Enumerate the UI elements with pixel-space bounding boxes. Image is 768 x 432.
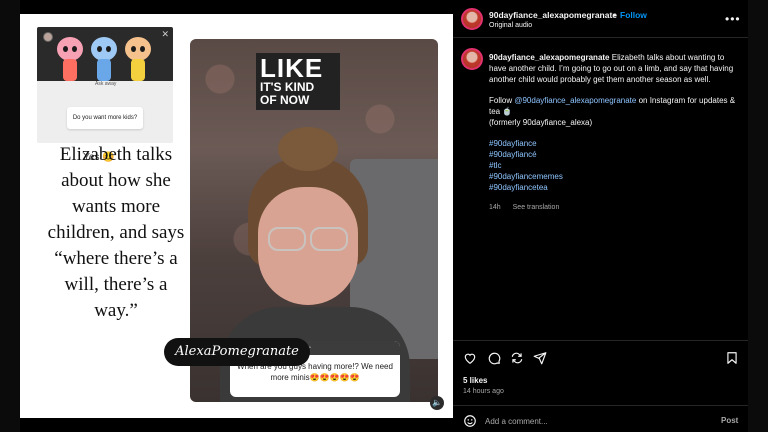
- video-text-overlay: LIKE IT'S KIND OF NOW: [256, 53, 340, 110]
- overlay-line-2: OF NOW: [260, 93, 310, 107]
- close-icon: ✕: [161, 29, 169, 39]
- caption-time: 14h: [489, 204, 501, 211]
- caption-meta: 14h See translation: [489, 204, 569, 211]
- bookmark-icon[interactable]: [725, 351, 739, 365]
- follow-prefix: Follow: [489, 96, 513, 105]
- toy-figure-3: [125, 37, 151, 85]
- emoji-icon[interactable]: [463, 414, 477, 428]
- mini-story-card: ✕ Ask away Do you want more kids?: [37, 27, 173, 143]
- post-comment-button[interactable]: Post: [721, 416, 738, 425]
- separator-dot: •: [613, 10, 616, 20]
- mini-ask-label: Ask away: [95, 81, 117, 87]
- watermark: AlexaPomegranate: [164, 338, 310, 366]
- media-bottom-strip: [20, 418, 453, 432]
- media-caption-text: Elizabeth talks about how she wants more…: [47, 144, 185, 321]
- post-time: 14 hours ago: [463, 388, 504, 395]
- formerly-text: (formerly 90dayfiance_alexa): [489, 118, 593, 127]
- mention-link[interactable]: @90dayfiance_alexapomegranate: [514, 96, 636, 105]
- caption-author-avatar[interactable]: [461, 48, 483, 70]
- likes-count[interactable]: 5 likes: [463, 376, 487, 385]
- post-caption: 90dayfiance_alexapomegranate Elizabeth t…: [489, 52, 737, 193]
- glasses: [264, 227, 352, 253]
- send-icon[interactable]: [533, 351, 547, 365]
- see-translation-link[interactable]: See translation: [513, 204, 560, 211]
- hashtag-link[interactable]: #90dayfiancememes: [489, 171, 737, 182]
- hair-bun: [278, 127, 338, 171]
- overlay-big-text: LIKE: [260, 53, 324, 83]
- toy-figure-1: [57, 37, 83, 85]
- comment-input[interactable]: [485, 413, 685, 429]
- comment-icon[interactable]: [487, 351, 501, 365]
- mini-story-image: ✕: [37, 27, 173, 81]
- instagram-post-modal: ✕ Ask away Do you want more kids? Yes 😊 …: [0, 0, 768, 432]
- mini-question: Do you want more kids?: [67, 107, 143, 129]
- hashtag-link[interactable]: #90dayfiancé: [489, 149, 737, 160]
- post-media[interactable]: ✕ Ask away Do you want more kids? Yes 😊 …: [20, 14, 453, 418]
- hashtag-link[interactable]: #90dayfiance: [489, 138, 737, 149]
- author-username[interactable]: 90dayfiance_alexapomegranate: [489, 10, 617, 20]
- post-details-panel: 90dayfiance_alexapomegranate • Follow Or…: [453, 0, 748, 432]
- speaker-mute-icon[interactable]: 🔈: [430, 396, 444, 410]
- toy-figure-2: [91, 37, 117, 85]
- original-audio-link[interactable]: Original audio: [489, 22, 532, 29]
- hashtag-link[interactable]: #90dayfiancetea: [489, 182, 737, 193]
- post-header: 90dayfiance_alexapomegranate • Follow Or…: [453, 0, 748, 38]
- add-comment-bar: Post: [453, 405, 748, 432]
- backdrop-right[interactable]: [748, 0, 768, 432]
- author-avatar[interactable]: [461, 8, 483, 30]
- hashtag-list: #90dayfiance #90dayfiancé #tlc #90dayfia…: [489, 138, 737, 193]
- follow-button[interactable]: Follow: [620, 10, 647, 20]
- backdrop-left[interactable]: [0, 0, 20, 432]
- mini-avatar: [43, 32, 53, 42]
- share-icon[interactable]: [510, 351, 524, 365]
- hashtag-link[interactable]: #tlc: [489, 160, 737, 171]
- caption-username[interactable]: 90dayfiance_alexapomegranate: [489, 53, 610, 62]
- heart-icon[interactable]: [463, 351, 477, 365]
- action-bar: 5 likes 14 hours ago Post: [453, 340, 748, 430]
- more-options-icon[interactable]: •••: [725, 12, 741, 26]
